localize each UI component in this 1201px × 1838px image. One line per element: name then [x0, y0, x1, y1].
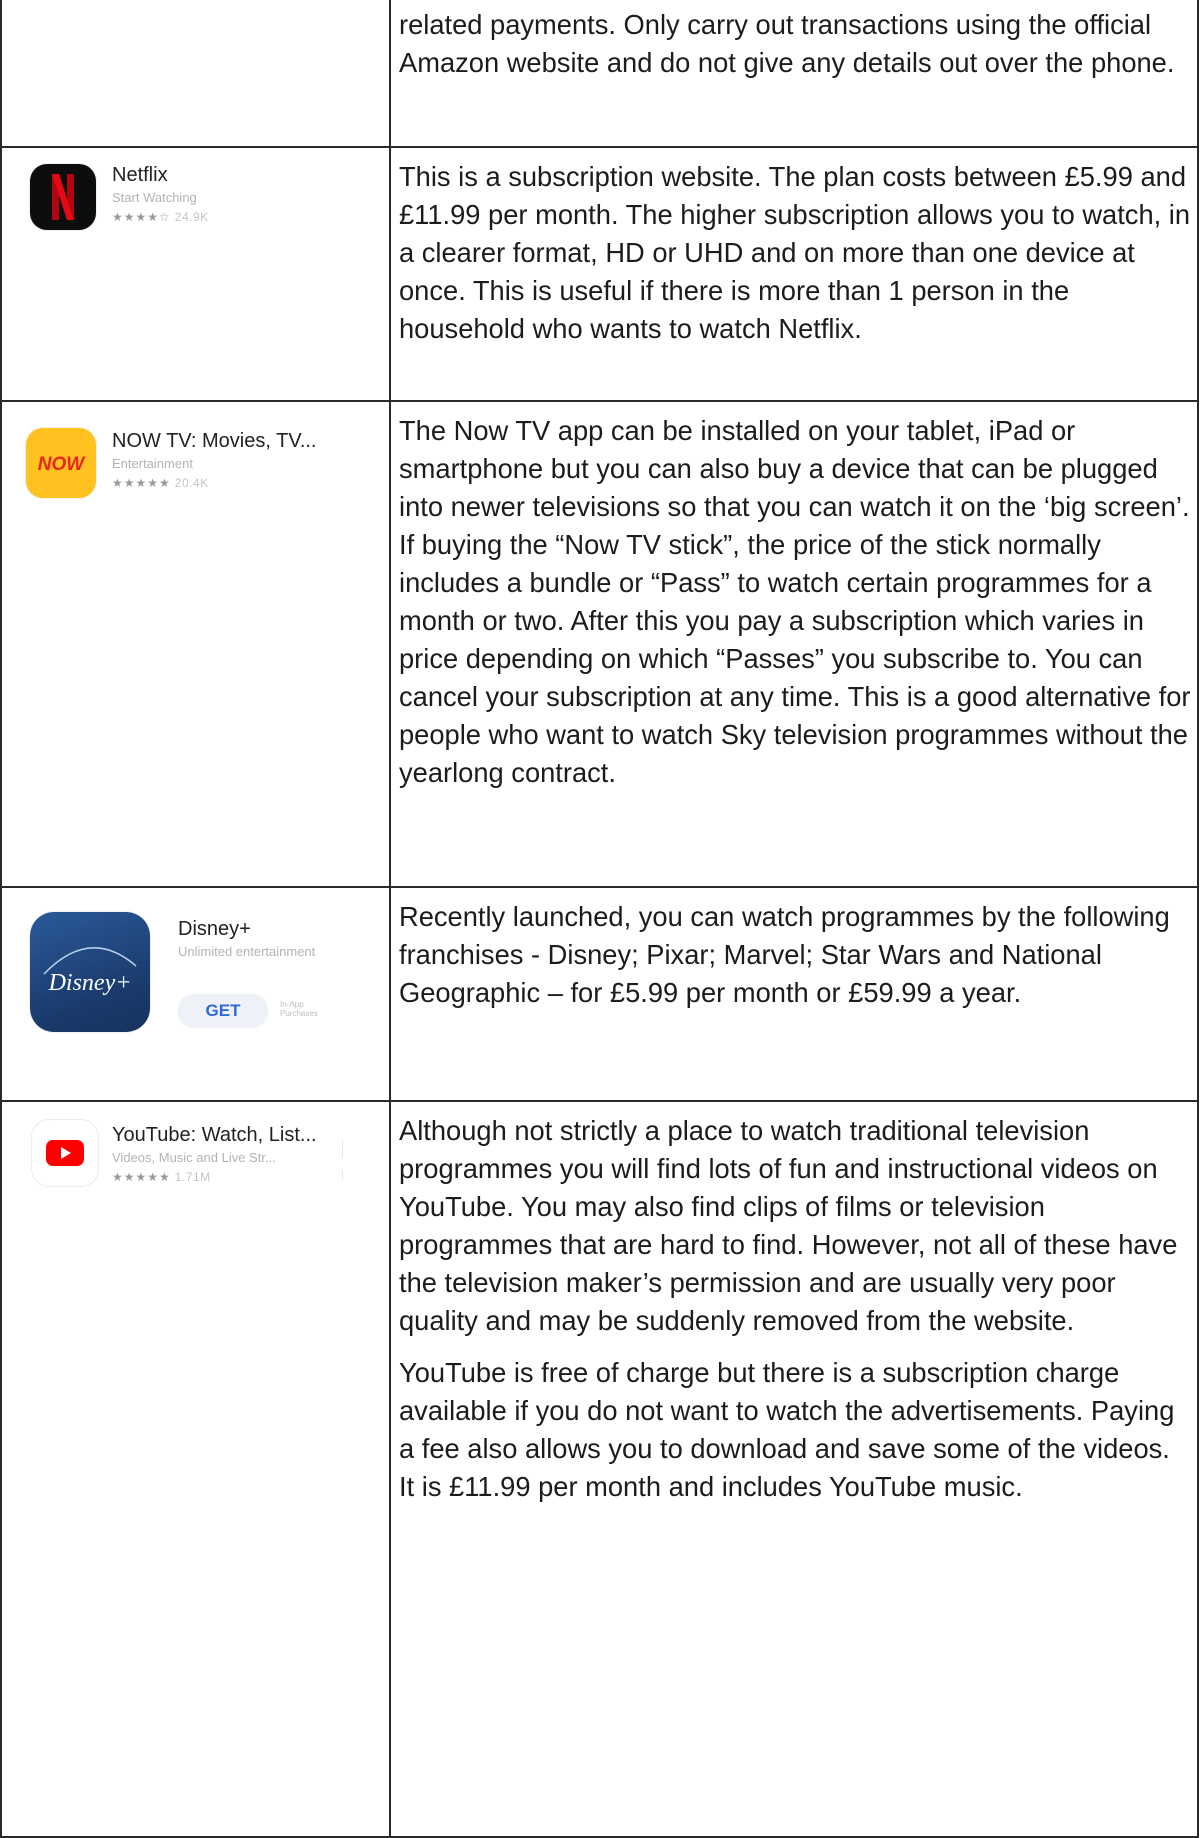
- app-cell-youtube: YouTube: Watch, List... Videos, Music an…: [0, 1100, 391, 1838]
- app-name: Disney+: [178, 918, 251, 940]
- app-card-youtube[interactable]: YouTube: Watch, List... Videos, Music an…: [2, 1102, 389, 1832]
- description-paragraph: This is a subscription website. The plan…: [399, 161, 1191, 344]
- table-row: NOW NOW TV: Movies, TV... Entertainment …: [0, 400, 1199, 888]
- rating-count: 24.9K: [174, 210, 209, 224]
- now-tv-logo-icon: NOW: [26, 428, 96, 498]
- now-tv-logo-text: NOW: [38, 454, 87, 475]
- app-cell-now-tv: NOW NOW TV: Movies, TV... Entertainment …: [0, 400, 391, 888]
- app-card-netflix[interactable]: Netflix Start Watching ★★★★☆ 24.9K: [2, 148, 389, 398]
- netflix-logo-icon: [30, 164, 96, 230]
- rating-stars-icon: ★★★★★: [112, 1170, 171, 1184]
- app-name: Netflix: [112, 164, 168, 186]
- table-row: YouTube: Watch, List... Videos, Music an…: [0, 1100, 1199, 1838]
- table-row: Disney+ Disney+ Unlimited entertainment …: [0, 886, 1199, 1102]
- app-subtitle: Start Watching: [112, 190, 197, 205]
- disney-logo-text: Disney+: [48, 970, 132, 996]
- in-app-purchases-label: In-App Purchases: [280, 1000, 318, 1018]
- description-cell: This is a subscription website. The plan…: [389, 146, 1199, 402]
- rating-count: 1.71M: [174, 1170, 211, 1184]
- rating-stars-icon: ★★★★★: [112, 476, 171, 490]
- app-subtitle: Unlimited entertainment: [178, 944, 316, 959]
- divider: [342, 1140, 343, 1158]
- app-rating: ★★★★★ 1.71M: [112, 1170, 211, 1184]
- description-paragraph: related payments. Only carry out transac…: [399, 9, 1175, 78]
- app-rating: ★★★★☆ 24.9K: [112, 210, 209, 224]
- table-row: related payments. Only carry out transac…: [0, 0, 1199, 148]
- table-row: Netflix Start Watching ★★★★☆ 24.9K This i…: [0, 146, 1199, 402]
- description-paragraph: Although not strictly a place to watch t…: [399, 1115, 1178, 1336]
- app-cell-empty: [0, 0, 391, 148]
- get-button[interactable]: GET: [178, 994, 268, 1028]
- app-card-disney-plus[interactable]: Disney+ Disney+ Unlimited entertainment …: [2, 888, 389, 1098]
- divider: [342, 1170, 343, 1180]
- youtube-logo-icon: [32, 1120, 98, 1186]
- description-paragraph: YouTube is free of charge but there is a…: [399, 1357, 1175, 1502]
- description-cell: related payments. Only carry out transac…: [389, 0, 1199, 148]
- app-subtitle: Videos, Music and Live Str...: [112, 1150, 276, 1165]
- description-paragraph: Recently launched, you can watch program…: [399, 901, 1170, 1008]
- app-subtitle: Entertainment: [112, 456, 193, 471]
- description-paragraph: The Now TV app can be installed on your …: [399, 415, 1191, 788]
- document-table: related payments. Only carry out transac…: [0, 0, 1199, 1838]
- app-name: NOW TV: Movies, TV...: [112, 430, 317, 452]
- app-cell-netflix: Netflix Start Watching ★★★★☆ 24.9K: [0, 146, 391, 402]
- description-cell: Recently launched, you can watch program…: [389, 886, 1199, 1102]
- rating-count: 20.4K: [174, 476, 209, 490]
- disney-plus-logo-icon: Disney+: [30, 912, 150, 1032]
- description-cell: The Now TV app can be installed on your …: [389, 400, 1199, 888]
- app-card-now-tv[interactable]: NOW NOW TV: Movies, TV... Entertainment …: [2, 402, 389, 882]
- app-name: YouTube: Watch, List...: [112, 1124, 317, 1146]
- app-rating: ★★★★★ 20.4K: [112, 476, 209, 490]
- app-cell-disney-plus: Disney+ Disney+ Unlimited entertainment …: [0, 886, 391, 1102]
- rating-stars-icon: ★★★★☆: [112, 210, 171, 224]
- description-cell: Although not strictly a place to watch t…: [389, 1100, 1199, 1838]
